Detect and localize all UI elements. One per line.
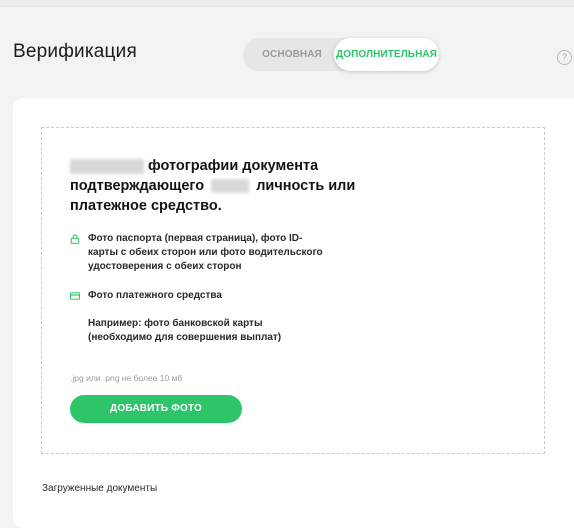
page-title: Верификация	[13, 41, 137, 62]
file-format-hint: .jpg или .png не более 10 мб	[70, 373, 183, 383]
heading-line-3: платежное средство.	[70, 198, 222, 214]
tab-additional[interactable]: Дополнительная	[334, 38, 439, 71]
credit-card-icon	[70, 291, 80, 301]
add-photo-button[interactable]: Добавить фото	[70, 395, 242, 423]
requirement-text: Фото платежного средства	[88, 290, 222, 301]
upload-heading: фотографии документа подтверждающего лич…	[70, 156, 400, 216]
heading-line-2: подтверждающего личность или	[70, 176, 400, 196]
header: Верификация Основная Дополнительная ?	[0, 6, 574, 86]
upload-dropzone[interactable]: фотографии документа подтверждающего лич…	[41, 127, 545, 454]
heading-text-2a: подтверждающего	[70, 178, 205, 194]
help-icon[interactable]: ?	[557, 50, 572, 65]
heading-text-2b: личность или	[256, 178, 356, 194]
redacted-text	[211, 179, 250, 194]
heading-text-1: фотографии документа	[148, 158, 319, 174]
redacted-text	[70, 158, 144, 174]
verification-card: фотографии документа подтверждающего лич…	[13, 98, 574, 528]
tab-main[interactable]: Основная	[253, 38, 331, 71]
requirement-text: Фото паспорта (первая страница), фото ID…	[88, 233, 323, 272]
heading-line-1: фотографии документа	[70, 156, 400, 176]
example-text: Например: фото банковской карты (необход…	[88, 318, 282, 343]
verification-tabs: Основная Дополнительная	[243, 38, 439, 71]
lock-icon	[70, 234, 80, 244]
uploaded-documents-label: Загруженные документы	[42, 483, 158, 494]
